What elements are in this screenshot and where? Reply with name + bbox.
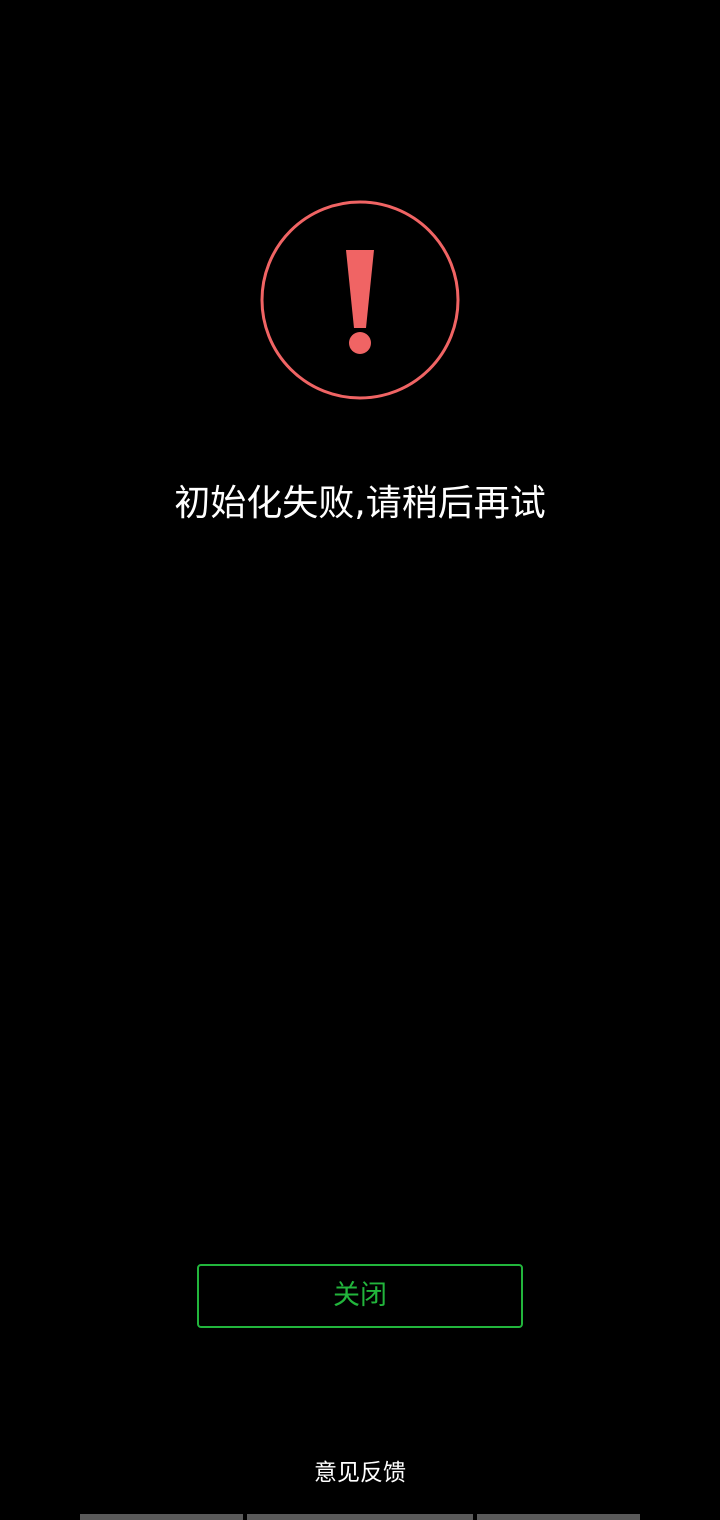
exclamation-icon bbox=[260, 200, 460, 400]
bottom-bar-segment bbox=[477, 1514, 640, 1520]
bottom-bar-segment bbox=[80, 1514, 243, 1520]
bottom-bar-segment bbox=[247, 1514, 473, 1520]
close-button[interactable]: 关闭 bbox=[197, 1264, 523, 1328]
error-message: 初始化失败,请稍后再试 bbox=[174, 483, 546, 524]
feedback-link[interactable]: 意见反馈 bbox=[0, 1455, 720, 1491]
